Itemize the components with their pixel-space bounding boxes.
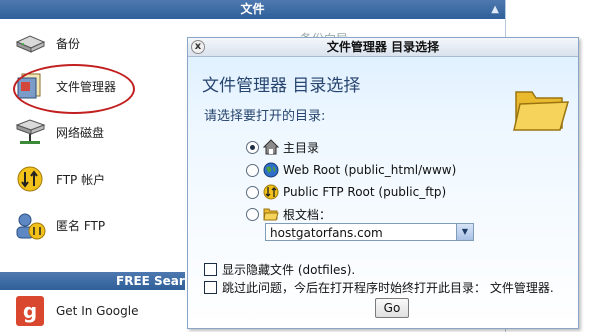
option-web-root[interactable]: Web Root (public_html/www) — [246, 161, 456, 179]
go-button[interactable]: Go — [375, 298, 409, 318]
directory-selection-dialog: x 文件管理器 目录选择 文件管理器 目录选择 请选择要打开的目录: 主目录 W… — [187, 37, 579, 329]
domain-select[interactable]: hostgatorfans.com ▼ — [265, 223, 474, 241]
option-label: Web Root (public_html/www) — [283, 163, 457, 177]
skip-question-row[interactable]: 跳过此问题，今后在打开程序时始终打开此目录： 文件管理器. — [204, 279, 554, 295]
google-icon: g — [14, 296, 46, 326]
highlight-circle — [13, 64, 135, 114]
option-public-ftp-root[interactable]: Public FTP Root (public_ftp) — [246, 183, 446, 201]
skip-question-checkbox[interactable] — [204, 280, 217, 294]
collapse-icon[interactable]: ▲ — [491, 0, 499, 19]
network-disk-icon — [14, 117, 46, 147]
svg-text:g: g — [23, 299, 37, 323]
sidebar-item-network-disk[interactable]: 网络磁盘 — [14, 117, 104, 147]
home-radio[interactable] — [246, 140, 259, 154]
option-label: 根文档： — [283, 207, 332, 222]
sidebar-item-get-in-google[interactable]: g Get In Google — [14, 296, 138, 326]
sidebar-item-label: 匿名 FTP — [56, 218, 106, 233]
free-search-header: FREE Search — [0, 272, 185, 290]
open-folder-icon — [510, 78, 570, 138]
sidebar-item-label: FTP 帐户 — [56, 172, 106, 187]
panel-title: 文件 — [240, 2, 265, 16]
option-label: 主目录 — [283, 140, 320, 155]
sidebar-item-label: 备份 — [56, 36, 81, 51]
public-ftp-radio[interactable] — [246, 185, 259, 199]
anonymous-ftp-icon — [14, 210, 46, 240]
sidebar-item-ftp-accounts[interactable]: FTP 帐户 — [14, 164, 105, 194]
dialog-prompt: 请选择要打开的目录: — [204, 109, 326, 124]
sidebar-item-label: Get In Google — [56, 304, 139, 318]
ftp-accounts-icon — [14, 164, 46, 194]
dialog-heading: 文件管理器 目录选择 — [202, 76, 361, 96]
panel-header[interactable]: 文件 ▲ — [0, 0, 505, 19]
web-root-radio[interactable] — [246, 163, 259, 177]
globe-icon — [263, 162, 279, 178]
option-home-directory[interactable]: 主目录 — [246, 138, 319, 156]
show-hidden-checkbox[interactable] — [204, 262, 217, 276]
sidebar-item-label: 网络磁盘 — [56, 125, 105, 140]
show-hidden-label: 显示隐藏文件 (dotfiles). — [222, 262, 356, 277]
folder-icon — [263, 206, 279, 222]
option-document-root[interactable]: 根文档： — [246, 205, 331, 223]
free-search-title: FREE Search — [116, 274, 185, 288]
option-label: Public FTP Root (public_ftp) — [283, 185, 447, 199]
document-root-radio[interactable] — [246, 207, 259, 221]
dialog-title: 文件管理器 目录选择 — [326, 40, 440, 54]
close-icon[interactable]: x — [191, 40, 205, 54]
domain-select-value: hostgatorfans.com — [270, 226, 383, 240]
sidebar-item-backup[interactable]: 备份 — [14, 28, 80, 58]
show-hidden-files-row[interactable]: 显示隐藏文件 (dotfiles). — [204, 261, 355, 277]
sidebar-item-anonymous-ftp[interactable]: 匿名 FTP — [14, 210, 105, 240]
skip-question-label: 跳过此问题，今后在打开程序时始终打开此目录： 文件管理器. — [222, 280, 554, 295]
dialog-titlebar[interactable]: x 文件管理器 目录选择 — [188, 38, 578, 57]
chevron-down-icon[interactable]: ▼ — [456, 224, 473, 240]
ftp-arrows-icon — [263, 184, 279, 200]
backup-drive-icon — [14, 28, 46, 58]
home-icon — [262, 139, 280, 155]
